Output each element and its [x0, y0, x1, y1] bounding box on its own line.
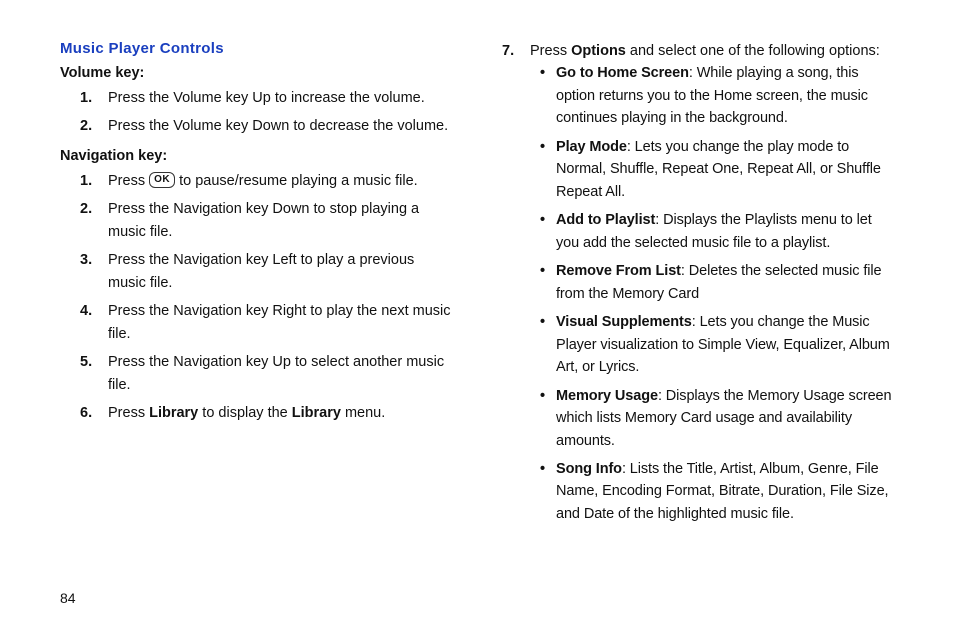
- page-number: 84: [60, 590, 76, 606]
- bullet-bold: Go to Home Screen: [556, 65, 689, 81]
- colon: :: [140, 65, 145, 81]
- bold-text: Options: [571, 43, 626, 59]
- navigation-key-heading: Navigation key:: [60, 148, 452, 164]
- item-text: Press Options and select one of the foll…: [530, 43, 880, 59]
- text-suffix: and select one of the following options:: [626, 43, 880, 59]
- list-item: 1. Press OK to pause/resume playing a mu…: [80, 170, 452, 192]
- item-text: Press the Volume key Up to increase the …: [108, 90, 425, 106]
- item-number: 2.: [80, 115, 92, 137]
- bullet-item: Memory Usage: Displays the Memory Usage …: [540, 385, 894, 452]
- bold-text: Library: [292, 405, 341, 421]
- item-number: 5.: [80, 351, 92, 373]
- bullet-bold: Remove From List: [556, 263, 681, 279]
- text-mid: to display the: [198, 405, 292, 421]
- list-item: 6. Press Library to display the Library …: [80, 402, 452, 424]
- bullet-bold: Song Info: [556, 461, 622, 477]
- list-item: 2. Press the Navigation key Down to stop…: [80, 198, 452, 243]
- item-number: 1.: [80, 87, 92, 109]
- volume-key-label: Volume key: [60, 65, 140, 81]
- left-column: Music Player Controls Volume key: 1. Pre…: [60, 40, 452, 531]
- bullet-item: Go to Home Screen: While playing a song,…: [540, 62, 894, 129]
- list-item: 1. Press the Volume key Up to increase t…: [80, 87, 452, 109]
- item-text: Press Library to display the Library men…: [108, 405, 385, 421]
- volume-key-list: 1. Press the Volume key Up to increase t…: [60, 87, 452, 138]
- text-suffix: menu.: [341, 405, 385, 421]
- item-text: Press the Navigation key Left to play a …: [108, 252, 414, 290]
- navigation-key-list: 1. Press OK to pause/resume playing a mu…: [60, 170, 452, 425]
- text-suffix: to pause/resume playing a music file.: [175, 173, 418, 189]
- list-item: 5. Press the Navigation key Up to select…: [80, 351, 452, 396]
- text-prefix: Press: [108, 405, 149, 421]
- item-number: 7.: [502, 40, 514, 62]
- volume-key-heading: Volume key:: [60, 65, 452, 81]
- bullet-item: Remove From List: Deletes the selected m…: [540, 260, 894, 305]
- item-number: 6.: [80, 402, 92, 424]
- bullet-item: Song Info: Lists the Title, Artist, Albu…: [540, 458, 894, 525]
- item-text: Press the Navigation key Up to select an…: [108, 354, 444, 392]
- item-text: Press the Navigation key Right to play t…: [108, 303, 451, 341]
- item-number: 4.: [80, 300, 92, 322]
- section-heading: Music Player Controls: [60, 40, 452, 57]
- bold-text: Library: [149, 405, 198, 421]
- bullet-item: Visual Supplements: Lets you change the …: [540, 311, 894, 378]
- item-text: Press the Navigation key Down to stop pl…: [108, 201, 419, 239]
- item-text: Press OK to pause/resume playing a music…: [108, 173, 418, 189]
- list-item: 3. Press the Navigation key Left to play…: [80, 249, 452, 294]
- ok-icon: OK: [149, 172, 175, 188]
- bullet-bold: Add to Playlist: [556, 212, 655, 228]
- list-item: 4. Press the Navigation key Right to pla…: [80, 300, 452, 345]
- list-item: 7. Press Options and select one of the f…: [502, 40, 894, 525]
- item-number: 3.: [80, 249, 92, 271]
- bullet-bold: Visual Supplements: [556, 314, 692, 330]
- item-text: Press the Volume key Down to decrease th…: [108, 118, 448, 134]
- colon: :: [162, 148, 167, 164]
- navigation-key-label: Navigation key: [60, 148, 162, 164]
- bullet-item: Add to Playlist: Displays the Playlists …: [540, 209, 894, 254]
- text-prefix: Press: [108, 173, 149, 189]
- bullet-bold: Play Mode: [556, 139, 627, 155]
- right-column: 7. Press Options and select one of the f…: [502, 40, 894, 531]
- item-number: 1.: [80, 170, 92, 192]
- list-item: 2. Press the Volume key Down to decrease…: [80, 115, 452, 137]
- item-number: 2.: [80, 198, 92, 220]
- text-prefix: Press: [530, 43, 571, 59]
- options-bullet-list: Go to Home Screen: While playing a song,…: [530, 62, 894, 525]
- bullet-item: Play Mode: Lets you change the play mode…: [540, 136, 894, 203]
- bullet-bold: Memory Usage: [556, 388, 658, 404]
